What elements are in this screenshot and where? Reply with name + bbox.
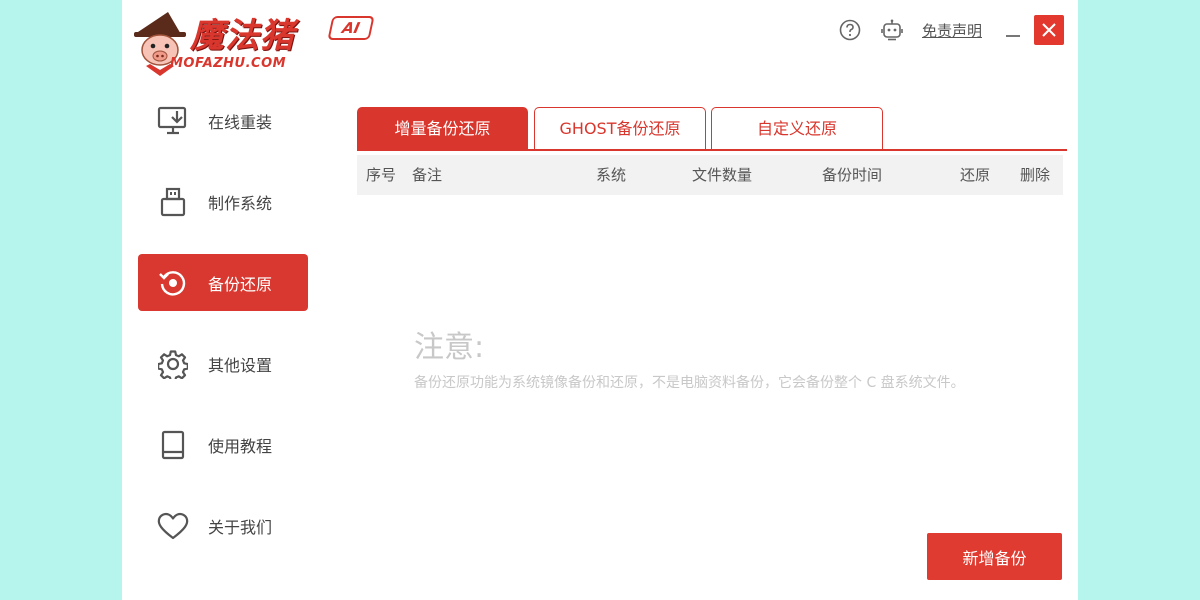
sidebar-item-label: 关于我们 [208,517,273,537]
tab-ghost-backup[interactable]: GHOST备份还原 [534,107,706,149]
column-header: 删除 [1020,166,1051,184]
column-header: 序号 [366,166,397,184]
close-button[interactable] [1034,15,1064,45]
robot-service-icon[interactable] [880,18,904,42]
close-icon [1042,23,1056,37]
logo: 魔法猪 MOFAZHU.COM AI [130,10,375,76]
sidebar: 在线重装 制作系统 备份还原 其他设置 使用教程 关于我们 [138,92,308,578]
tab-incremental-backup[interactable]: 增量备份还原 [357,107,528,149]
sidebar-item-label: 制作系统 [208,193,273,213]
table-header: 序号 备注 系统 文件数量 备份时间 还原 删除 [357,155,1063,195]
sidebar-item-label: 使用教程 [208,436,273,456]
tab-custom-restore[interactable]: 自定义还原 [711,107,883,149]
sidebar-item-backup-restore[interactable]: 备份还原 [138,254,308,311]
sidebar-item-about-us[interactable]: 关于我们 [138,497,308,554]
usb-drive-icon [156,185,190,219]
notice-body: 备份还原功能为系统镜像备份和还原，不是电脑资料备份，它会备份整个 C 盘系统文件… [414,375,965,391]
help-icon[interactable] [838,18,862,42]
column-header: 系统 [596,166,627,184]
book-icon [156,428,190,462]
column-header: 文件数量 [692,166,753,184]
logo-title: 魔法猪 [190,16,295,56]
monitor-download-icon [156,104,190,138]
app-window: 魔法猪 MOFAZHU.COM AI 免责声明 在线重装 制作系统 备份还原 其… [122,0,1078,600]
sidebar-item-make-system[interactable]: 制作系统 [138,173,308,230]
sidebar-item-other-settings[interactable]: 其他设置 [138,335,308,392]
gear-icon [156,347,190,381]
notice-title: 注意: [414,330,485,365]
column-header: 还原 [960,166,991,184]
column-header: 备注 [412,166,443,184]
sidebar-item-label: 在线重装 [208,112,273,132]
sidebar-item-tutorial[interactable]: 使用教程 [138,416,308,473]
minimize-button[interactable] [1004,18,1020,42]
ai-badge: AI [327,16,375,40]
heart-icon [156,509,190,543]
restore-icon [156,266,190,300]
sidebar-item-label: 其他设置 [208,355,273,375]
disclaimer-link[interactable]: 免责声明 [922,20,982,41]
logo-subtitle: MOFAZHU.COM [170,56,287,71]
tab-bar: 增量备份还原 GHOST备份还原 自定义还原 [357,107,1067,151]
title-bar-actions: 免责声明 [838,14,1064,46]
sidebar-item-online-reinstall[interactable]: 在线重装 [138,92,308,149]
sidebar-item-label: 备份还原 [208,274,273,294]
column-header: 备份时间 [822,166,883,184]
add-backup-button[interactable]: 新增备份 [927,533,1062,580]
